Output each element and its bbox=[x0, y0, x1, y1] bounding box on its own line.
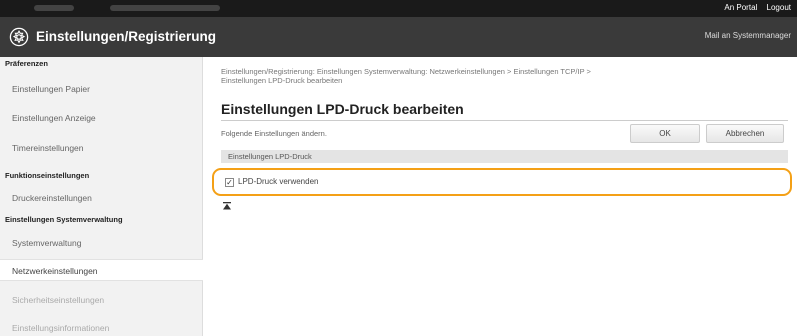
sidebar-item-paper-settings[interactable]: Einstellungen Papier bbox=[0, 78, 203, 100]
sidebar-item-system-management[interactable]: Systemverwaltung bbox=[0, 232, 203, 254]
app-title: Einstellungen/Registrierung bbox=[36, 29, 217, 44]
sidebar-item-display-settings[interactable]: Einstellungen Anzeige bbox=[0, 107, 203, 129]
main-content: Einstellungen/Registrierung: Einstellung… bbox=[203, 57, 797, 336]
sidebar-section-function-settings: Funktionseinstellungen bbox=[5, 171, 90, 180]
gear-icon bbox=[9, 27, 29, 47]
top-links: An Portal Logout bbox=[717, 3, 791, 12]
breadcrumb: Einstellungen/Registrierung: Einstellung… bbox=[221, 67, 781, 85]
sidebar-item-printer-settings[interactable]: Druckereinstellungen bbox=[0, 187, 203, 209]
section-header: Einstellungen LPD-Druck bbox=[221, 150, 788, 163]
ok-button[interactable]: OK bbox=[630, 124, 700, 143]
sidebar-section-system-management: Einstellungen Systemverwaltung bbox=[5, 215, 123, 224]
logout-link[interactable]: Logout bbox=[767, 3, 791, 12]
title-bar: Einstellungen/Registrierung Mail an Syst… bbox=[0, 17, 797, 57]
top-bar: An Portal Logout bbox=[0, 0, 797, 17]
page-title: Einstellungen LPD-Druck bearbeiten bbox=[221, 101, 464, 117]
breadcrumb-line-2: Einstellungen LPD-Druck bearbeiten bbox=[221, 76, 343, 85]
sidebar-item-security-settings[interactable]: Sicherheitseinstellungen bbox=[0, 289, 203, 311]
lpd-print-option-highlight: ✓ LPD-Druck verwenden bbox=[212, 168, 792, 196]
portal-link[interactable]: An Portal bbox=[724, 3, 757, 12]
sidebar-item-settings-information[interactable]: Einstellungsinformationen bbox=[0, 317, 203, 336]
instruction-text: Folgende Einstellungen ändern. bbox=[221, 129, 327, 138]
back-to-top-icon[interactable] bbox=[222, 202, 232, 210]
lpd-print-checkbox-label[interactable]: LPD-Druck verwenden bbox=[238, 177, 318, 186]
sidebar-section-preferences: Präferenzen bbox=[5, 59, 48, 68]
breadcrumb-line-1[interactable]: Einstellungen/Registrierung: Einstellung… bbox=[221, 67, 781, 76]
cancel-button[interactable]: Abbrechen bbox=[706, 124, 784, 143]
sidebar: Präferenzen Einstellungen Papier Einstel… bbox=[0, 57, 203, 336]
device-name-blurred bbox=[34, 5, 74, 11]
title-divider bbox=[221, 120, 788, 121]
lpd-print-checkbox[interactable]: ✓ bbox=[225, 178, 234, 187]
sidebar-item-timer-settings[interactable]: Timereinstellungen bbox=[0, 137, 203, 159]
sidebar-item-network-settings[interactable]: Netzwerkeinstellungen bbox=[0, 259, 203, 281]
user-name-blurred bbox=[110, 5, 220, 11]
mail-to-admin-link[interactable]: Mail an Systemmanager bbox=[705, 31, 791, 40]
